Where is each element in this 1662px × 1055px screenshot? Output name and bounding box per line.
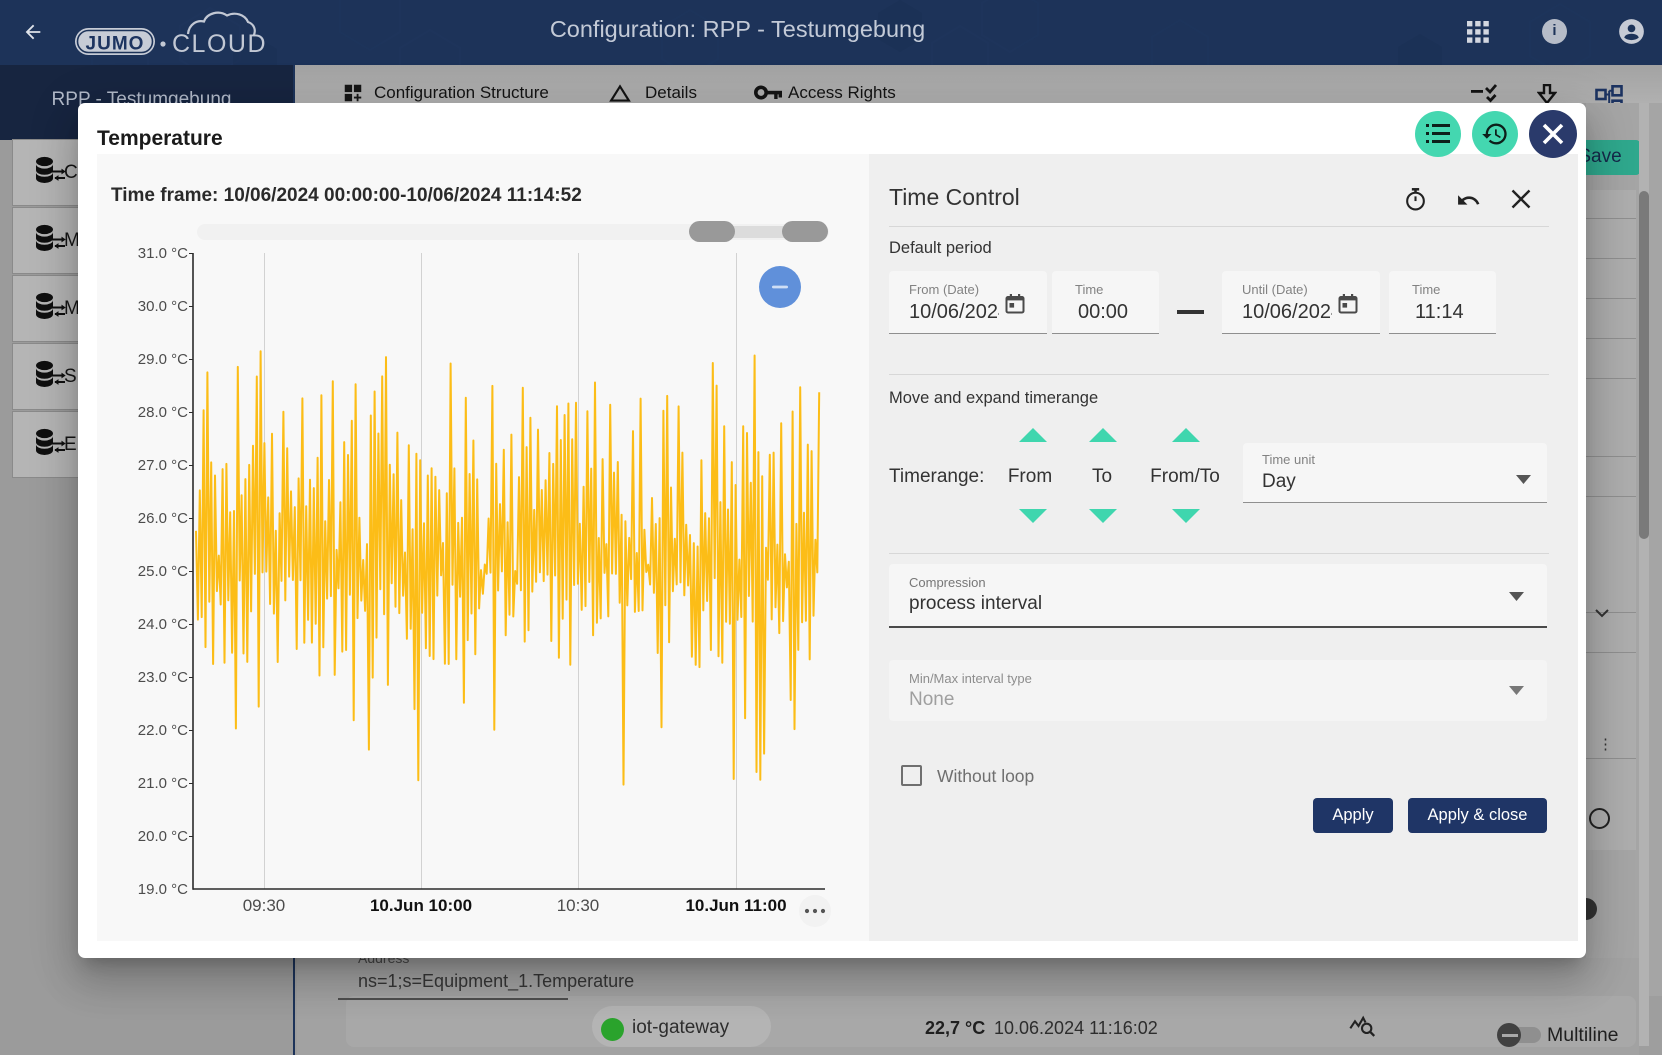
svg-text:23.0 °C: 23.0 °C	[138, 669, 188, 686]
svg-text:21.0 °C: 21.0 °C	[138, 775, 188, 792]
svg-text:09:30: 09:30	[243, 896, 286, 915]
svg-text:10.Jun 11:00: 10.Jun 11:00	[685, 896, 786, 915]
svg-text:22.0 °C: 22.0 °C	[138, 722, 188, 739]
svg-text:20.0 °C: 20.0 °C	[138, 828, 188, 845]
svg-text:30.0 °C: 30.0 °C	[138, 298, 188, 315]
svg-text:29.0 °C: 29.0 °C	[138, 351, 188, 368]
svg-text:28.0 °C: 28.0 °C	[138, 404, 188, 421]
svg-text:31.0 °C: 31.0 °C	[138, 245, 188, 262]
svg-text:10:30: 10:30	[557, 896, 600, 915]
svg-text:19.0 °C: 19.0 °C	[138, 881, 188, 898]
svg-text:27.0 °C: 27.0 °C	[138, 457, 188, 474]
svg-text:10.Jun 10:00: 10.Jun 10:00	[370, 896, 472, 915]
svg-text:25.0 °C: 25.0 °C	[138, 563, 188, 580]
svg-text:26.0 °C: 26.0 °C	[138, 510, 188, 527]
svg-text:24.0 °C: 24.0 °C	[138, 616, 188, 633]
